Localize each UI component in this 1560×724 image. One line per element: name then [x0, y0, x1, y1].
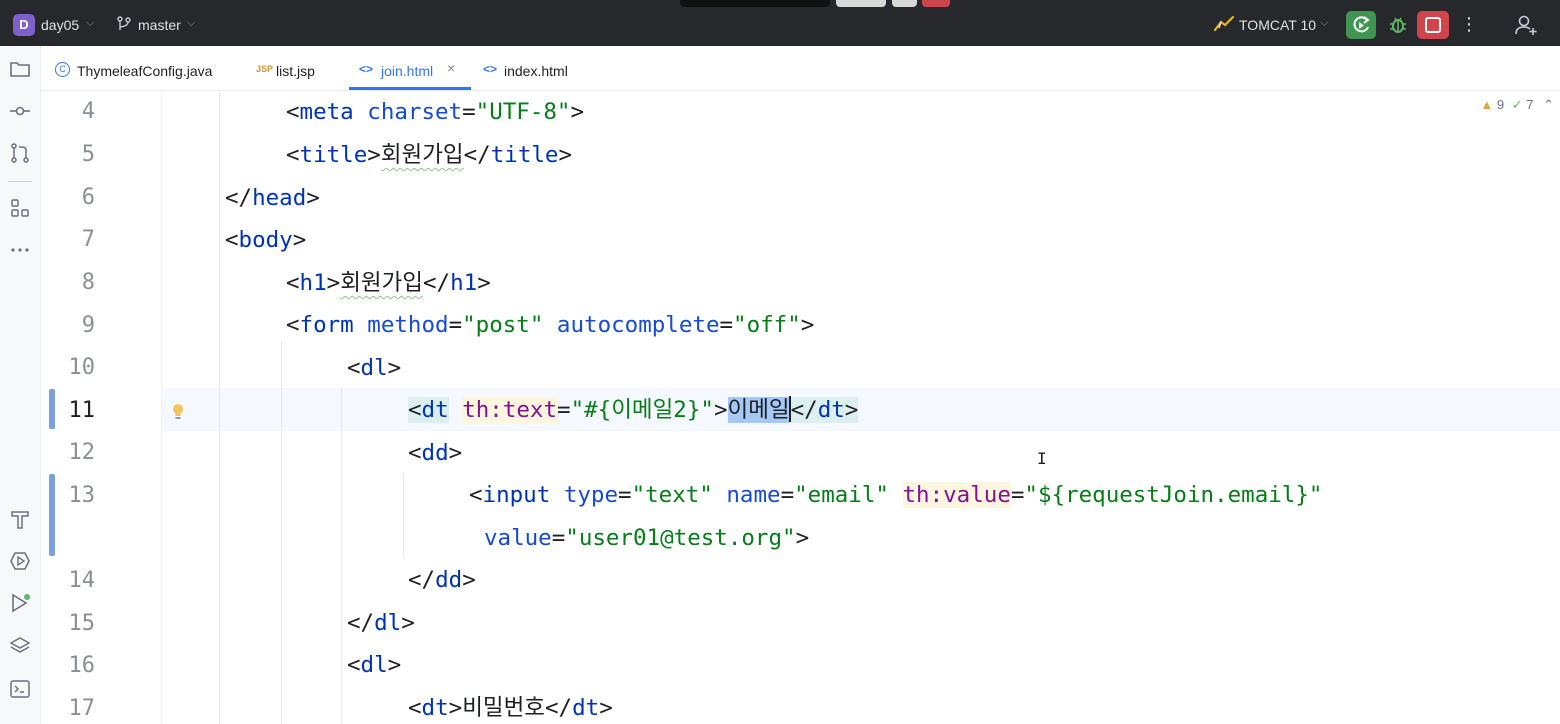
indent-guide	[403, 473, 404, 558]
line-number: 14	[68, 568, 96, 593]
tab-thymeleaf-config[interactable]: C ThymeleafConfig.java	[53, 46, 243, 90]
folder-icon[interactable]	[9, 58, 31, 80]
lightbulb-icon[interactable]	[171, 403, 185, 421]
branch-name[interactable]: master	[138, 17, 181, 33]
typo-icon: ✓	[1511, 97, 1523, 112]
class-icon: C	[55, 62, 70, 77]
current-line-highlight	[161, 388, 1560, 431]
line-number: 10	[68, 355, 96, 380]
code-line: <input type="text" name="email" th:value…	[469, 482, 1323, 508]
line-number: 6	[81, 185, 95, 210]
structure-icon[interactable]	[9, 197, 31, 219]
line-number: 8	[81, 270, 95, 295]
window-frame-top	[680, 0, 830, 7]
inspections-widget[interactable]: ▲ 9 ✓ 7 ⌃	[1480, 97, 1554, 113]
build-icon[interactable]	[9, 508, 31, 530]
code-line: <body>	[225, 227, 307, 253]
indent-guide	[341, 388, 342, 724]
run-icon[interactable]	[9, 592, 31, 614]
indent-guide	[281, 341, 282, 724]
window-frame-button	[922, 0, 950, 7]
toolbar-divider	[8, 181, 32, 182]
indent-guide	[219, 91, 220, 724]
tab-list-jsp[interactable]: JSP list.jsp	[254, 46, 344, 90]
project-name[interactable]: day05	[41, 17, 79, 33]
chevron-up-icon[interactable]: ⌃	[1543, 97, 1554, 112]
code-line: </head>	[225, 185, 320, 211]
tab-label: index.html	[504, 63, 568, 79]
html-icon: <>	[483, 62, 498, 76]
typo-count: 7	[1526, 97, 1534, 112]
tab-label: list.jsp	[276, 63, 315, 79]
tool-window-bar	[0, 46, 41, 724]
code-line-wrapped: value="user01@test.org">	[484, 525, 810, 551]
chevron-down-icon[interactable]: ⌵	[187, 16, 195, 30]
run-configuration[interactable]: TOMCAT 10	[1239, 17, 1316, 33]
code-line: <dd>	[408, 440, 463, 466]
layers-icon[interactable]	[9, 635, 31, 657]
line-number: 17	[68, 696, 96, 721]
stop-icon	[1425, 17, 1441, 33]
terminal-icon[interactable]	[9, 678, 31, 700]
warning-icon: ▲	[1480, 97, 1494, 112]
pull-request-icon[interactable]	[9, 142, 31, 164]
html-icon: <>	[359, 62, 374, 76]
code-line: </dd>	[408, 567, 476, 593]
chevron-down-icon[interactable]: ⌵	[1320, 16, 1328, 30]
code-line: <h1>회원가입</h1>	[286, 270, 491, 296]
code-line: <form method="post" autocomplete="off">	[286, 312, 815, 338]
code-line: <title>회원가입</title>	[286, 142, 573, 168]
window-frame-button	[836, 0, 886, 7]
rerun-button[interactable]	[1346, 11, 1376, 39]
window-frame-button	[892, 0, 917, 7]
line-number: 9	[81, 313, 95, 338]
code-line: <meta charset="UTF-8">	[286, 99, 585, 125]
chevron-down-icon[interactable]: ⌵	[86, 16, 94, 30]
code-line-current: <dt th:text="#{이메일2}">이메일</dt>	[408, 396, 859, 423]
project-badge[interactable]: D	[13, 14, 35, 36]
rerun-icon	[1353, 16, 1370, 33]
tomcat-icon[interactable]	[1213, 14, 1235, 34]
line-number: 16	[68, 653, 96, 678]
line-number: 15	[68, 611, 96, 636]
line-number: 11	[68, 398, 96, 423]
services-icon[interactable]	[9, 550, 31, 572]
code-line: </dl>	[347, 610, 415, 636]
more-actions-button[interactable]: ⋮	[1458, 12, 1480, 38]
tab-index-html[interactable]: <> index.html	[481, 46, 591, 90]
tab-join-html[interactable]: <> join.html ×	[349, 46, 471, 90]
line-gutter: 4 5 6 7 8 9 10 11 12 13 14 15 16 17	[41, 91, 162, 724]
mouse-cursor-icon: I	[1037, 449, 1047, 468]
tab-label: join.html	[381, 63, 434, 79]
close-icon[interactable]: ×	[447, 60, 455, 76]
code-line: <dl>	[347, 652, 402, 678]
line-number: 7	[81, 227, 95, 252]
debug-button[interactable]	[1384, 11, 1412, 39]
more-icon[interactable]	[9, 239, 31, 261]
selected-text: 이메일	[727, 397, 790, 423]
code-line: <dt>비밀번호</dt>	[408, 695, 613, 721]
warning-count: 9	[1496, 97, 1505, 112]
code-line: <dl>	[347, 355, 402, 381]
stop-button[interactable]	[1417, 11, 1449, 39]
jsp-icon: JSP	[256, 64, 274, 74]
line-number: 5	[81, 142, 95, 167]
git-branch-icon[interactable]	[115, 15, 133, 33]
line-number: 4	[81, 99, 95, 124]
title-bar: D day05 ⌵ master ⌵ TOMCAT 10 ⌵ ⋮	[0, 0, 1560, 46]
line-number: 13	[68, 483, 96, 508]
editor-tabs: C ThymeleafConfig.java JSP list.jsp <> j…	[41, 46, 1560, 91]
commit-icon[interactable]	[9, 100, 31, 122]
add-user-icon[interactable]	[1513, 13, 1539, 37]
bug-icon	[1390, 17, 1406, 33]
tab-label: ThymeleafConfig.java	[77, 63, 213, 79]
line-number: 12	[68, 440, 96, 465]
code-editor[interactable]: 4 5 6 7 8 9 10 11 12 13 14 15 16 17 <met…	[41, 91, 1560, 724]
